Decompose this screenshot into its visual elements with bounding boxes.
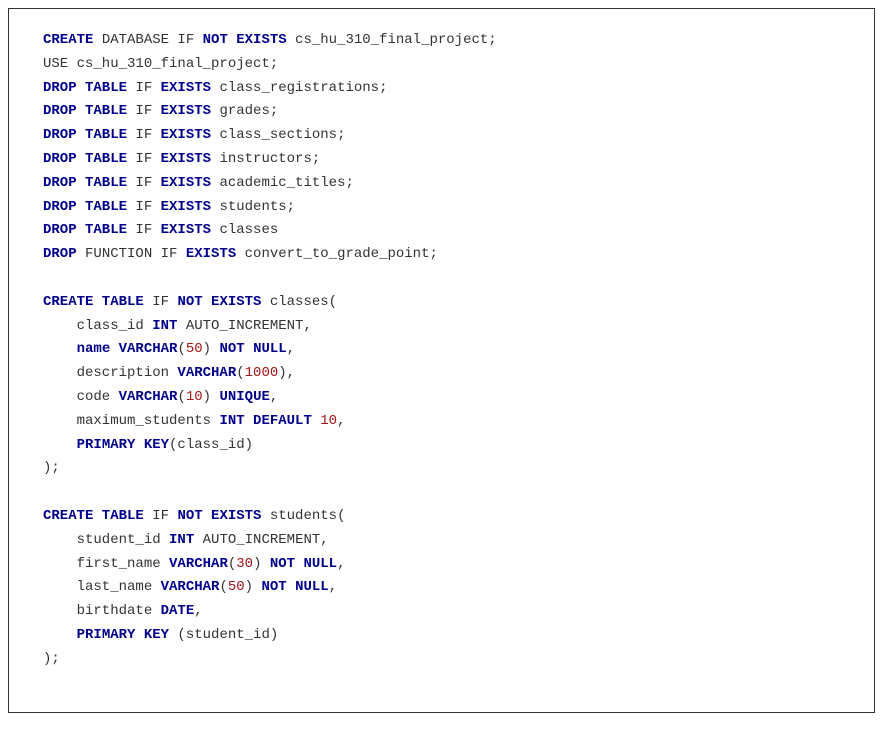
sql-code-block: CREATE DATABASE IF NOT EXISTS cs_hu_310_… [8,8,875,713]
